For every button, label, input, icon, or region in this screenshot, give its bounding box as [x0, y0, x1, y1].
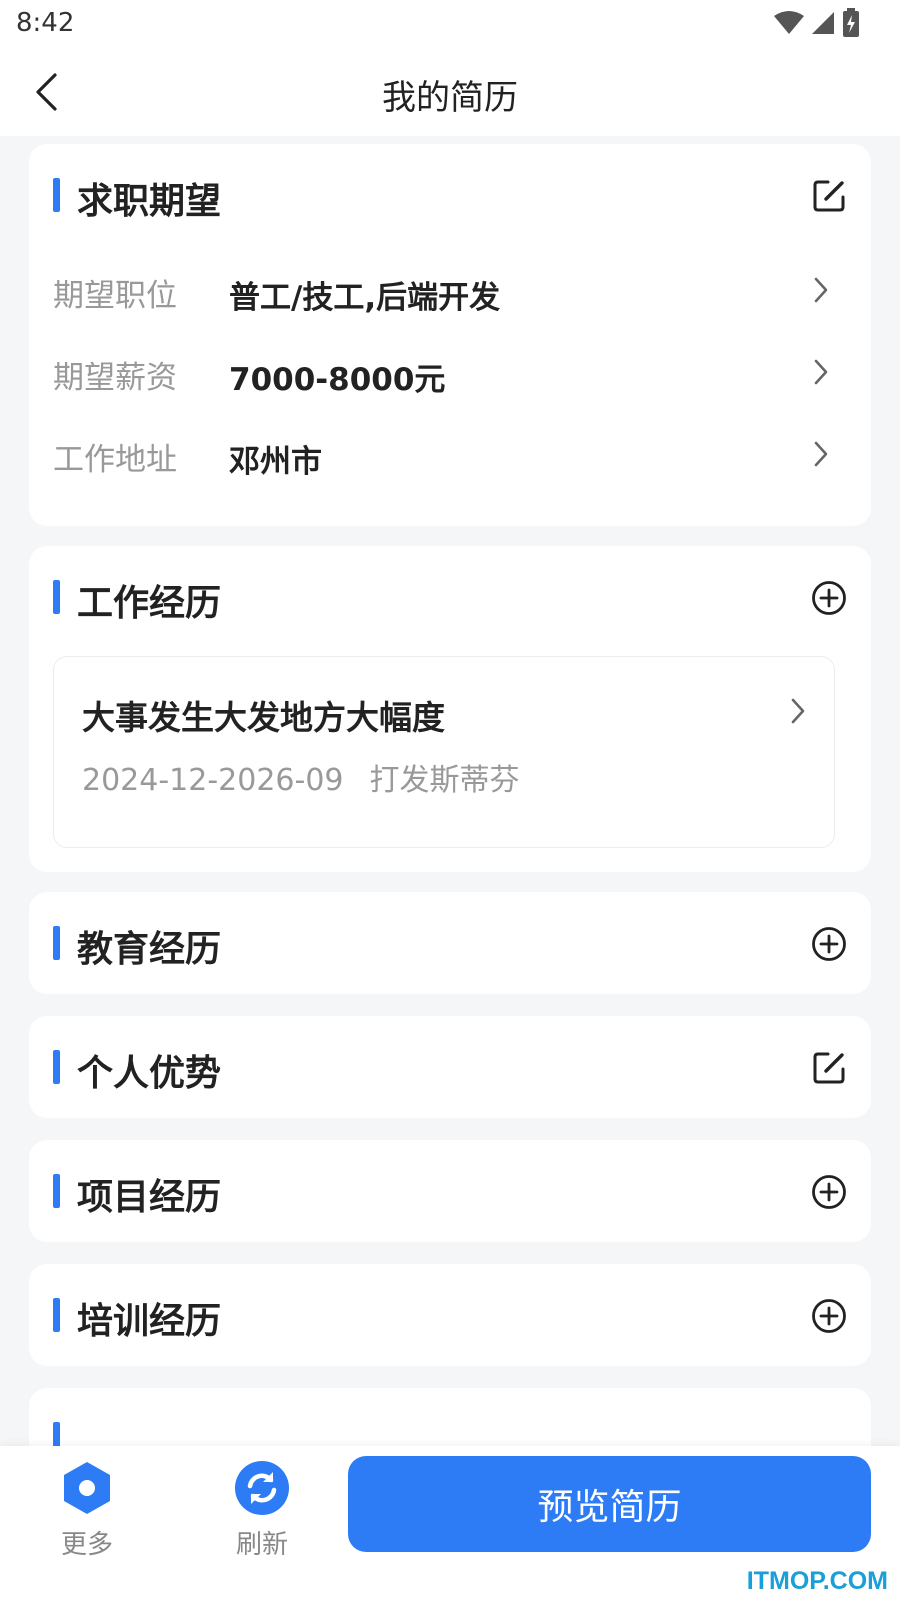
section-title: 个人优势 [77, 1053, 222, 1094]
battery-charging-icon [843, 8, 859, 37]
refresh-label: 刷新 [235, 1530, 288, 1560]
chevron-right-icon [809, 438, 833, 470]
edit-icon [813, 1052, 845, 1084]
section-title: 培训经历 [77, 1301, 222, 1342]
personal-advantages-card: 个人优势 [29, 1016, 871, 1118]
wifi-icon [774, 11, 804, 34]
status-icons [774, 8, 860, 38]
accent-bar [53, 580, 60, 614]
preview-resume-button[interactable]: 预览简历 [348, 1456, 871, 1552]
refresh-icon [232, 1458, 292, 1518]
row-label: 工作地址 [53, 442, 177, 478]
accent-bar [53, 1174, 60, 1208]
navigation-bar: 我的简历 [0, 48, 900, 136]
next-section-card [29, 1388, 871, 1446]
accent-bar [53, 1422, 60, 1446]
signal-icon [812, 12, 834, 34]
edit-icon [813, 180, 845, 212]
expected-salary-row[interactable]: 期望薪资 7000-8000元 [53, 344, 847, 400]
add-circle-icon [812, 1299, 846, 1333]
add-training-button[interactable] [809, 1296, 849, 1336]
section-header: 工作经历 [29, 546, 871, 650]
project-experience-card: 项目经历 [29, 1140, 871, 1242]
section-title: 教育经历 [77, 929, 222, 970]
edit-advantages-button[interactable] [809, 1048, 849, 1088]
row-value: 7000-8000元 [229, 362, 446, 398]
edit-job-expectation-button[interactable] [809, 176, 849, 216]
section-title: 工作经历 [77, 583, 222, 624]
watermark: ITMOP.COM [746, 1567, 888, 1595]
accent-bar [53, 926, 60, 960]
section-header: 培训经历 [29, 1264, 871, 1368]
add-circle-icon [812, 1175, 846, 1209]
work-address-row[interactable]: 工作地址 邓州市 [53, 426, 847, 482]
chevron-right-icon [809, 274, 833, 306]
job-period: 2024-12-2026-09 [82, 763, 344, 798]
row-value: 邓州市 [229, 444, 322, 480]
job-position: 打发斯蒂芬 [369, 763, 520, 798]
work-experience-item[interactable]: 大事发生大发地方大幅度 2024-12-2026-09 打发斯蒂芬 [53, 656, 835, 848]
refresh-button[interactable]: 刷新 [207, 1458, 317, 1578]
section-header: 个人优势 [29, 1016, 871, 1120]
add-circle-icon [812, 581, 846, 615]
add-circle-icon [812, 927, 846, 961]
bottom-action-bar: 更多 刷新 预览简历 ITMOP.COM [0, 1446, 900, 1600]
row-label: 期望薪资 [53, 360, 177, 396]
accent-bar [53, 178, 60, 212]
more-icon [57, 1458, 117, 1518]
education-card: 教育经历 [29, 892, 871, 994]
accent-bar [53, 1050, 60, 1084]
more-button[interactable]: 更多 [32, 1458, 142, 1578]
row-label: 期望职位 [53, 278, 177, 314]
more-label: 更多 [60, 1530, 113, 1560]
resume-content[interactable]: 求职期望 期望职位 普工/技工,后端开发 期望薪资 7000-8000元 工作地 [0, 136, 900, 1446]
page-title: 我的简历 [382, 78, 518, 118]
add-project-button[interactable] [809, 1172, 849, 1212]
job-expectation-card: 求职期望 期望职位 普工/技工,后端开发 期望薪资 7000-8000元 工作地 [29, 144, 871, 526]
accent-bar [53, 1298, 60, 1332]
section-header: 求职期望 [29, 144, 871, 248]
chevron-right-icon [786, 695, 810, 727]
add-work-experience-button[interactable] [809, 578, 849, 618]
status-bar: 8:42 [0, 0, 900, 48]
section-title: 项目经历 [77, 1177, 222, 1218]
status-time: 8:42 [16, 8, 75, 38]
add-education-button[interactable] [809, 924, 849, 964]
row-value: 普工/技工,后端开发 [229, 280, 501, 316]
work-experience-card: 工作经历 大事发生大发地方大幅度 2024-12-2026-09 打发斯蒂芬 [29, 546, 871, 872]
chevron-right-icon [809, 356, 833, 388]
section-title: 求职期望 [77, 181, 222, 222]
expected-position-row[interactable]: 期望职位 普工/技工,后端开发 [53, 262, 847, 318]
section-header: 教育经历 [29, 892, 871, 996]
training-experience-card: 培训经历 [29, 1264, 871, 1366]
job-meta: 2024-12-2026-09 打发斯蒂芬 [82, 755, 520, 799]
company-name: 大事发生大发地方大幅度 [82, 698, 445, 737]
section-header: 项目经历 [29, 1140, 871, 1244]
